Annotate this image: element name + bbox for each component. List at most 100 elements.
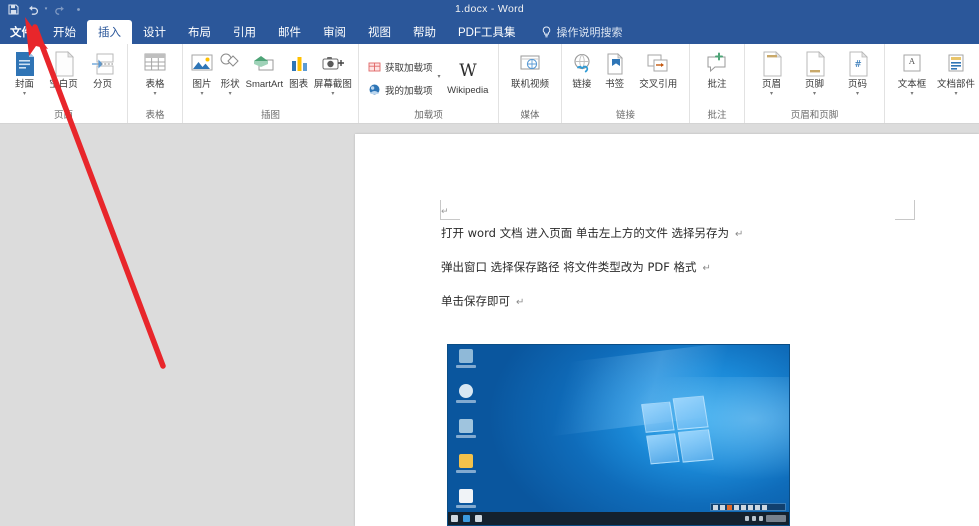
text-box-button[interactable]: A 文本框 ▾ [890,48,934,97]
screenshot-button[interactable]: 屏幕截图 ▾ [313,48,353,97]
system-tray-popup[interactable] [710,503,786,511]
table-dropdown-icon[interactable]: ▾ [153,91,156,97]
paragraph-mark: ↵ [702,263,711,274]
ribbon-group-tables: 表格 ▾ 表格 [128,44,183,123]
quick-access-toolbar[interactable]: ▾ [0,0,87,18]
ribbon-group-comments-label: 批注 [707,110,727,121]
table-button[interactable]: 表格 ▾ [133,48,177,97]
bookmark-label: 书签 [605,79,625,90]
quick-parts-dropdown-icon[interactable]: ▾ [954,91,957,97]
desktop-taskbar[interactable] [448,512,789,525]
document-line-3: 单击保存即可 ↵ [441,294,911,310]
ribbon-group-addins-label: 加载项 [414,110,443,121]
header-label: 页眉 [761,79,781,90]
desktop-icon-browser[interactable] [453,384,479,412]
link-button[interactable]: 链接 [567,48,597,90]
tab-insert[interactable]: 插入 [87,20,132,44]
footer-button[interactable]: 页脚 ▾ [793,48,836,97]
document-line-1-text: 打开 word 文档 进入页面 单击左上方的文件 选择另存为 [441,226,730,240]
new-comment-icon [704,50,730,78]
bookmark-button[interactable]: 书签 [597,48,633,90]
ribbon-group-media: 联机视频 媒体 [499,44,562,123]
ribbon-group-addins: 获取加载项 我的加载项 ▾ W Wikipedia 加载项 [359,44,499,123]
page-break-button[interactable]: 分页 [83,48,122,90]
footer-dropdown-icon[interactable]: ▾ [813,91,816,97]
paragraph-mark: ↵ [735,229,744,240]
tab-pdf-tools[interactable]: PDF工具集 [447,20,527,44]
header-dropdown-icon[interactable]: ▾ [770,91,773,97]
smartart-label: SmartArt [245,79,284,90]
shapes-label: 形状 [220,79,240,90]
paragraph-mark-top: ↵ [441,206,449,216]
picture-button[interactable]: 图片 ▾ [188,48,216,97]
ribbon-group-comments: 批注 批注 [690,44,745,123]
taskbar-clock[interactable] [766,515,786,522]
tab-references[interactable]: 引用 [222,20,267,44]
wikipedia-button[interactable]: W Wikipedia [443,54,493,96]
tab-design[interactable]: 设计 [132,20,177,44]
link-label: 链接 [572,79,592,90]
windows-desktop-screenshot[interactable] [447,344,790,526]
document-page[interactable]: ↵ 打开 word 文档 进入页面 单击左上方的文件 选择另存为 ↵ 弹出窗口 选… [355,134,979,526]
footer-icon [803,50,827,78]
my-addins-button[interactable]: 我的加载项 [364,80,436,99]
windows-logo-icon [640,395,714,466]
tab-home[interactable]: 开始 [42,20,87,44]
shapes-button[interactable]: 形状 ▾ [216,48,244,97]
ribbon-group-header-footer: 页眉 ▾ 页脚 ▾ # 页码 ▾ 页眉和页脚 [745,44,885,123]
taskbar-tray-icon[interactable] [752,516,756,521]
quick-parts-label: 文档部件 [936,79,975,90]
text-box-dropdown-icon[interactable]: ▾ [910,91,913,97]
desktop-icon-recycle-bin[interactable] [453,349,479,377]
svg-text:A: A [908,57,915,66]
taskbar-app-icon[interactable] [463,515,470,522]
footer-label: 页脚 [804,79,824,90]
online-video-button[interactable]: 联机视频 [504,48,556,90]
ribbon: 封面 ▾ 空白页 分页 页面 表格 ▾ 表格 图片 ▾ 形状 ▾ SmartAr… [0,44,979,124]
cover-page-button[interactable]: 封面 ▾ [5,48,44,97]
cross-reference-button[interactable]: 交叉引用 [632,48,684,90]
my-addins-dropdown-icon[interactable]: ▾ [436,73,443,80]
get-addins-icon [367,60,381,74]
save-icon[interactable] [5,1,22,17]
ribbon-group-pages-label: 页面 [53,110,73,121]
tab-view[interactable]: 视图 [357,20,402,44]
taskbar-tray-icon[interactable] [745,516,749,521]
get-addins-button[interactable]: 获取加载项 [364,57,436,76]
customize-qat-icon[interactable] [70,1,87,17]
taskbar-start-icon[interactable] [451,515,458,522]
document-text[interactable]: 打开 word 文档 进入页面 单击左上方的文件 选择另存为 ↵ 弹出窗口 选择保… [441,226,911,328]
undo-dropdown-icon[interactable]: ▾ [43,6,49,12]
tab-file[interactable]: 文件 [0,20,42,44]
margin-marker-top-right [895,200,915,220]
new-comment-button[interactable]: 批注 [695,48,739,90]
tell-me-search[interactable]: 操作说明搜索 [541,20,623,44]
tab-review[interactable]: 审阅 [312,20,357,44]
header-button[interactable]: 页眉 ▾ [750,48,793,97]
header-icon [760,50,784,78]
taskbar-tray-icon[interactable] [759,516,763,521]
smartart-button[interactable]: SmartArt [244,48,284,90]
link-icon [570,50,594,78]
quick-parts-button[interactable]: 文档部件 ▾ [934,48,978,97]
blank-page-button[interactable]: 空白页 [44,48,83,90]
page-number-button[interactable]: # 页码 ▾ [836,48,879,97]
desktop-icon-folder[interactable] [453,454,479,482]
my-addins-icon [367,83,381,97]
taskbar-explorer-icon[interactable] [475,515,482,522]
picture-dropdown-icon[interactable]: ▾ [201,91,204,97]
document-canvas: ↵ 打开 word 文档 进入页面 单击左上方的文件 选择另存为 ↵ 弹出窗口 选… [0,124,979,526]
tab-help[interactable]: 帮助 [402,20,447,44]
page-number-dropdown-icon[interactable]: ▾ [856,91,859,97]
desktop-icon-computer[interactable] [453,419,479,447]
ribbon-group-media-label: 媒体 [520,110,540,121]
wikipedia-label: Wikipedia [447,85,489,96]
chart-button[interactable]: 图表 [285,48,313,90]
tab-layout[interactable]: 布局 [177,20,222,44]
redo-icon[interactable] [51,1,68,17]
cover-page-dropdown-icon[interactable]: ▾ [23,91,26,97]
undo-icon[interactable] [24,1,41,17]
tab-mailings[interactable]: 邮件 [267,20,312,44]
screenshot-dropdown-icon[interactable]: ▾ [331,91,334,97]
shapes-dropdown-icon[interactable]: ▾ [229,91,232,97]
